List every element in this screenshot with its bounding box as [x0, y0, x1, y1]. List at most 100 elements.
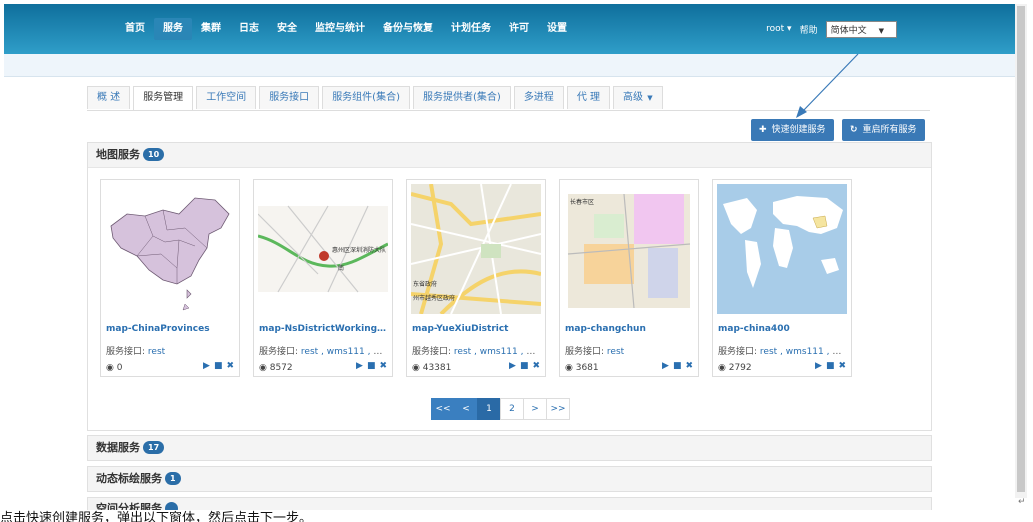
stop-icon[interactable]: ■ — [673, 361, 682, 371]
service-interfaces: 服务接口: rest , wms111 , w... — [259, 344, 387, 357]
nav-right: root ▾ 帮助 简体中文 ▼ — [766, 4, 897, 54]
data-services-header[interactable]: 数据服务 17 — [88, 436, 931, 460]
interface-label: 服务接口: — [565, 347, 605, 357]
view-count: ◉ 8572 — [259, 363, 293, 373]
map-thumbnail[interactable]: 长春市区 — [564, 184, 694, 314]
nav-cluster[interactable]: 集群 — [192, 18, 230, 40]
view-count-value: 43381 — [422, 363, 452, 373]
card-actions: ▶ ■ ✖ — [199, 361, 234, 371]
vertical-scrollbar[interactable] — [1015, 4, 1027, 498]
user-menu[interactable]: root ▾ — [766, 24, 791, 34]
delete-icon[interactable]: ✖ — [226, 361, 234, 371]
service-title[interactable]: map-NsDistrictWorkingSp... — [259, 324, 387, 334]
restart-all-services-button[interactable]: ↻ 重启所有服务 — [842, 119, 925, 141]
tab-service-component[interactable]: 服务组件(集合) — [322, 86, 410, 109]
map-label: 东省政府 — [413, 280, 437, 288]
tab-workspace[interactable]: 工作空间 — [196, 86, 257, 109]
nav-monitoring[interactable]: 监控与统计 — [306, 18, 374, 40]
quick-create-service-button[interactable]: ✚ 快速创建服务 — [751, 119, 834, 141]
tab-service-management[interactable]: 服务管理 — [133, 86, 194, 110]
stop-icon[interactable]: ■ — [214, 361, 223, 371]
play-icon[interactable]: ▶ — [815, 361, 822, 371]
interface-label: 服务接口: — [718, 347, 758, 357]
map-thumbnail[interactable]: 惠州区深圳消防大队 南 — [258, 184, 388, 314]
eye-icon: ◉ — [106, 363, 114, 373]
scrollbar-thumb[interactable] — [1017, 6, 1025, 492]
tab-proxy[interactable]: 代 理 — [566, 86, 610, 109]
map-label: 南 — [338, 264, 344, 272]
play-icon[interactable]: ▶ — [509, 361, 516, 371]
eye-icon: ◉ — [565, 363, 573, 373]
page-1[interactable]: 1 — [477, 398, 501, 420]
service-card[interactable]: 惠州区深圳消防大队 南 map-NsDistrictWorkingSp... 服… — [253, 179, 393, 377]
card-actions: ▶ ■ ✖ — [352, 361, 387, 371]
map-thumbnail[interactable] — [105, 184, 235, 314]
view-count-value: 8572 — [269, 363, 293, 373]
tab-advanced-label: 高级 — [623, 92, 643, 103]
interface-links[interactable]: rest , wms111 , w... — [760, 347, 846, 357]
annotation-arrow — [796, 53, 859, 118]
eye-icon: ◉ — [718, 363, 726, 373]
nav-logs[interactable]: 日志 — [230, 18, 268, 40]
play-icon[interactable]: ▶ — [662, 361, 669, 371]
view-count-value: 0 — [116, 363, 123, 373]
play-icon[interactable]: ▶ — [203, 361, 210, 371]
stop-icon[interactable]: ■ — [367, 361, 376, 371]
tab-service-provider[interactable]: 服务提供者(集合) — [413, 86, 511, 109]
page-last[interactable]: >> — [546, 398, 570, 420]
plot-services-header[interactable]: 动态标绘服务 1 — [88, 467, 931, 491]
service-title[interactable]: map-YueXiuDistrict — [412, 324, 540, 334]
nav-services[interactable]: 服务 — [154, 18, 192, 40]
map-thumbnail[interactable] — [717, 184, 847, 314]
delete-icon[interactable]: ✖ — [379, 361, 387, 371]
page-2[interactable]: 2 — [500, 398, 524, 420]
service-title[interactable]: map-ChinaProvinces — [106, 324, 234, 334]
play-icon[interactable]: ▶ — [356, 361, 363, 371]
nav-license[interactable]: 许可 — [500, 18, 538, 40]
map-services-title: 地图服务 — [96, 148, 140, 161]
service-card[interactable]: 长春市区 map-changchun 服务接口: rest ◉ 3681 ▶ ■ ✖ — [559, 179, 699, 377]
tab-advanced[interactable]: 高级 ▼ — [613, 86, 663, 109]
service-card[interactable]: map-china400 服务接口: rest , wms111 , w... … — [712, 179, 852, 377]
nav-home[interactable]: 首页 — [116, 18, 154, 40]
stop-icon[interactable]: ■ — [826, 361, 835, 371]
interface-links[interactable]: rest , wms111 , w... — [454, 347, 540, 357]
world-map — [717, 184, 847, 314]
card-actions: ▶ ■ ✖ — [811, 361, 846, 371]
service-card[interactable]: map-ChinaProvinces 服务接口: rest ◉ 0 ▶ ■ ✖ — [100, 179, 240, 377]
delete-icon[interactable]: ✖ — [838, 361, 846, 371]
service-title[interactable]: map-china400 — [718, 324, 846, 334]
view-count-value: 3681 — [575, 363, 599, 373]
page-prev[interactable]: < — [454, 398, 478, 420]
delete-icon[interactable]: ✖ — [685, 361, 693, 371]
tab-service-interface[interactable]: 服务接口 — [259, 86, 320, 109]
page-first[interactable]: << — [431, 398, 455, 420]
language-select[interactable]: 简体中文 ▼ — [825, 20, 897, 38]
plus-icon: ✚ — [759, 125, 767, 135]
view-count: ◉ 0 — [106, 363, 122, 373]
nav-scheduled-tasks[interactable]: 计划任务 — [442, 18, 500, 40]
interface-links[interactable]: rest , wms111 , w... — [301, 347, 387, 357]
help-link[interactable]: 帮助 — [800, 23, 818, 36]
delete-icon[interactable]: ✖ — [532, 361, 540, 371]
service-title[interactable]: map-changchun — [565, 324, 693, 334]
tab-multiprocess[interactable]: 多进程 — [513, 86, 564, 109]
stop-icon[interactable]: ■ — [520, 361, 529, 371]
restart-all-label: 重启所有服务 — [862, 125, 917, 135]
nav-security[interactable]: 安全 — [268, 18, 306, 40]
map-thumbnail[interactable]: 东省政府 州市越秀区政府 — [411, 184, 541, 314]
map-services-header[interactable]: 地图服务 10 — [88, 143, 931, 168]
yuexiu-district-map: 东省政府 州市越秀区政府 — [411, 184, 541, 314]
page-next[interactable]: > — [523, 398, 547, 420]
interface-links[interactable]: rest — [607, 347, 624, 357]
service-interfaces: 服务接口: rest — [106, 344, 234, 357]
tab-overview[interactable]: 概 述 — [87, 86, 131, 109]
nav-backup[interactable]: 备份与恢复 — [374, 18, 442, 40]
changchun-map: 长春市区 — [564, 184, 694, 314]
interface-links[interactable]: rest — [148, 347, 165, 357]
map-services-count: 10 — [143, 148, 165, 161]
plot-services-count: 1 — [165, 472, 181, 485]
map-label: 惠州区深圳消防大队 — [332, 246, 386, 254]
service-card[interactable]: 东省政府 州市越秀区政府 map-YueXiuDistrict 服务接口: re… — [406, 179, 546, 377]
nav-settings[interactable]: 设置 — [538, 18, 576, 40]
